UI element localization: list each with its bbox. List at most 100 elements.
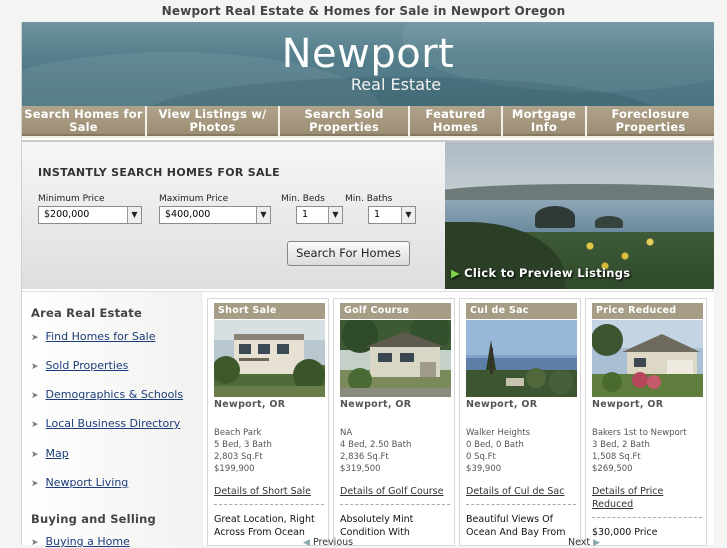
brand-name: Newport xyxy=(281,31,455,77)
sidebar-link-buying-home[interactable]: ➤ Buying a Home xyxy=(31,535,130,548)
nav-search-sold[interactable]: Search Sold Properties xyxy=(280,106,408,136)
listing-blurb: Great Location, Right Across From Ocean xyxy=(214,513,326,539)
max-price-label: Maximum Price xyxy=(159,194,229,204)
blurb-line: $30,000 Price xyxy=(592,527,658,538)
next-link[interactable]: Next ▶ xyxy=(568,537,600,548)
sidebar-heading-buying: Buying and Selling xyxy=(31,512,156,526)
arrow-bullet-icon: ➤ xyxy=(31,420,39,430)
listing-area: NA xyxy=(340,428,353,438)
listing-photo[interactable] xyxy=(592,320,703,397)
nav-label-line2: Info xyxy=(530,120,558,134)
nav-view-listings[interactable]: View Listings w/ Photos xyxy=(147,106,278,136)
nav-label-line2: Sale xyxy=(69,120,98,134)
sidebar-link-find-homes[interactable]: ➤ Find Homes for Sale xyxy=(31,330,155,343)
min-price-label: Minimum Price xyxy=(38,194,105,204)
listing-card[interactable]: Price Reduced Newport, OR Bakers 1st to … xyxy=(585,298,707,546)
play-icon: ▶ xyxy=(451,266,461,280)
listing-city: Newport, OR xyxy=(466,399,538,410)
sidebar: Area Real Estate ➤ Find Homes for Sale ➤ S… xyxy=(22,291,203,548)
max-price-select[interactable]: $400,000 ▼ xyxy=(159,206,271,224)
details-line: Details of Cul de Sac xyxy=(466,486,565,497)
listing-tag: Price Reduced xyxy=(592,303,703,319)
listing-photo[interactable] xyxy=(340,320,451,397)
details-line: Details of Short Sale xyxy=(214,486,311,497)
listing-tag: Short Sale xyxy=(214,303,325,319)
listing-details-link[interactable]: Details of Short Sale xyxy=(214,485,326,498)
details-line: Reduced xyxy=(592,499,634,510)
nav-label-line2: Properties xyxy=(309,120,379,134)
listing-card[interactable]: Golf Course Newport, OR NA 4 Bed, 2.50 B… xyxy=(333,298,455,546)
listing-area: Walker Heights xyxy=(466,428,531,438)
listing-price: $319,500 xyxy=(340,464,381,474)
min-price-select[interactable]: $200,000 ▼ xyxy=(38,206,142,224)
header-banner[interactable]: Newport Real Estate xyxy=(22,22,714,106)
listing-price: $199,900 xyxy=(214,464,255,474)
divider xyxy=(340,504,450,505)
featured-listings: Short Sale Newport, OR Beach Park 5 Bed,… xyxy=(203,291,714,548)
min-beds-select[interactable]: 1 ▼ xyxy=(296,206,343,224)
preview-caption-text: Click to Preview Listings xyxy=(464,266,631,280)
listing-beds-baths: 4 Bed, 2.50 Bath xyxy=(340,440,412,450)
sidebar-link-demographics[interactable]: ➤ Demographics & Schools xyxy=(31,388,183,401)
preview-listings-image[interactable]: ▶ Click to Preview Listings xyxy=(445,140,714,289)
previous-link[interactable]: ◀ Previous xyxy=(303,537,353,548)
listing-card[interactable]: Cul de Sac Newport, OR Walker Heights 0 xyxy=(459,298,581,546)
sidebar-link-newport-living[interactable]: ➤ Newport Living xyxy=(31,476,128,489)
listing-details-link[interactable]: Details of Golf Course xyxy=(340,485,452,498)
arrow-bullet-icon: ➤ xyxy=(31,479,39,489)
arrow-bullet-icon: ➤ xyxy=(31,391,39,401)
listing-beds-baths: 3 Bed, 2 Bath xyxy=(592,440,650,450)
listing-blurb: $30,000 Price xyxy=(592,526,704,539)
listing-area: Beach Park xyxy=(214,428,262,438)
listing-card[interactable]: Short Sale Newport, OR Beach Park 5 Bed,… xyxy=(207,298,329,546)
blurb-line: Condition With xyxy=(340,527,410,538)
search-for-homes-button[interactable]: Search For Homes xyxy=(287,241,410,266)
nav-foreclosure[interactable]: Foreclosure Properties xyxy=(587,106,714,136)
listing-photo[interactable] xyxy=(466,320,577,397)
max-price-value: $400,000 xyxy=(165,209,211,220)
min-baths-select[interactable]: 1 ▼ xyxy=(368,206,416,224)
chevron-right-icon: ▶ xyxy=(593,538,601,548)
nav-label-line2: Homes xyxy=(432,120,479,134)
min-price-value: $200,000 xyxy=(44,209,90,220)
listing-sqft: 2,803 Sq.Ft xyxy=(214,452,263,462)
chevron-left-icon: ◀ xyxy=(303,538,310,548)
sidebar-link-business[interactable]: ➤ Local Business Directory xyxy=(31,417,180,430)
listing-info: Beach Park 5 Bed, 3 Bath 2,803 Sq.Ft $19… xyxy=(214,427,272,475)
previous-label: Previous xyxy=(312,537,354,548)
listing-beds-baths: 0 Bed, 0 Bath xyxy=(466,440,524,450)
divider xyxy=(466,504,576,505)
listing-area: Bakers 1st to Newport xyxy=(592,428,687,438)
listing-beds-baths: 5 Bed, 3 Bath xyxy=(214,440,272,450)
nav-label-line2: Photos xyxy=(189,120,236,134)
listing-price: $39,900 xyxy=(466,464,502,474)
blurb-line: Great Location, Right xyxy=(214,514,315,525)
preview-rock xyxy=(595,216,623,228)
blurb-line: Absolutely Mint xyxy=(340,514,414,525)
search-panel: INSTANTLY SEARCH HOMES FOR SALE Minimum … xyxy=(22,140,445,289)
sidebar-link-map[interactable]: ➤ Map xyxy=(31,447,69,460)
divider xyxy=(592,517,702,518)
main-nav: Search Homes for Sale View Listings w/ P… xyxy=(22,106,714,138)
listing-city: Newport, OR xyxy=(340,399,412,410)
listing-blurb: Absolutely Mint Condition With xyxy=(340,513,452,539)
listing-details-link[interactable]: Details of Cul de Sac xyxy=(466,485,578,498)
blurb-line: Ocean And Bay From xyxy=(466,527,566,538)
blurb-line: Beautiful Views Of xyxy=(466,514,553,525)
min-baths-label: Min. Baths xyxy=(345,194,393,204)
sidebar-link-sold[interactable]: ➤ Sold Properties xyxy=(31,359,128,372)
nav-featured-homes[interactable]: Featured Homes xyxy=(410,106,501,136)
preview-caption[interactable]: ▶ Click to Preview Listings xyxy=(451,266,630,280)
listing-details-link[interactable]: Details of Price Reduced xyxy=(592,485,704,511)
nav-mortgage-info[interactable]: Mortgage Info xyxy=(503,106,585,136)
nav-label-line2: Properties xyxy=(615,120,686,134)
sidebar-heading-area: Area Real Estate xyxy=(31,306,142,320)
search-heading: INSTANTLY SEARCH HOMES FOR SALE xyxy=(38,166,280,179)
listing-photo[interactable] xyxy=(214,320,325,397)
listing-tag: Cul de Sac xyxy=(466,303,577,319)
divider xyxy=(214,504,324,505)
min-baths-value: 1 xyxy=(374,209,381,220)
chevron-down-icon: ▼ xyxy=(256,207,270,223)
preview-rock xyxy=(535,206,575,228)
nav-search-homes[interactable]: Search Homes for Sale xyxy=(22,106,145,136)
